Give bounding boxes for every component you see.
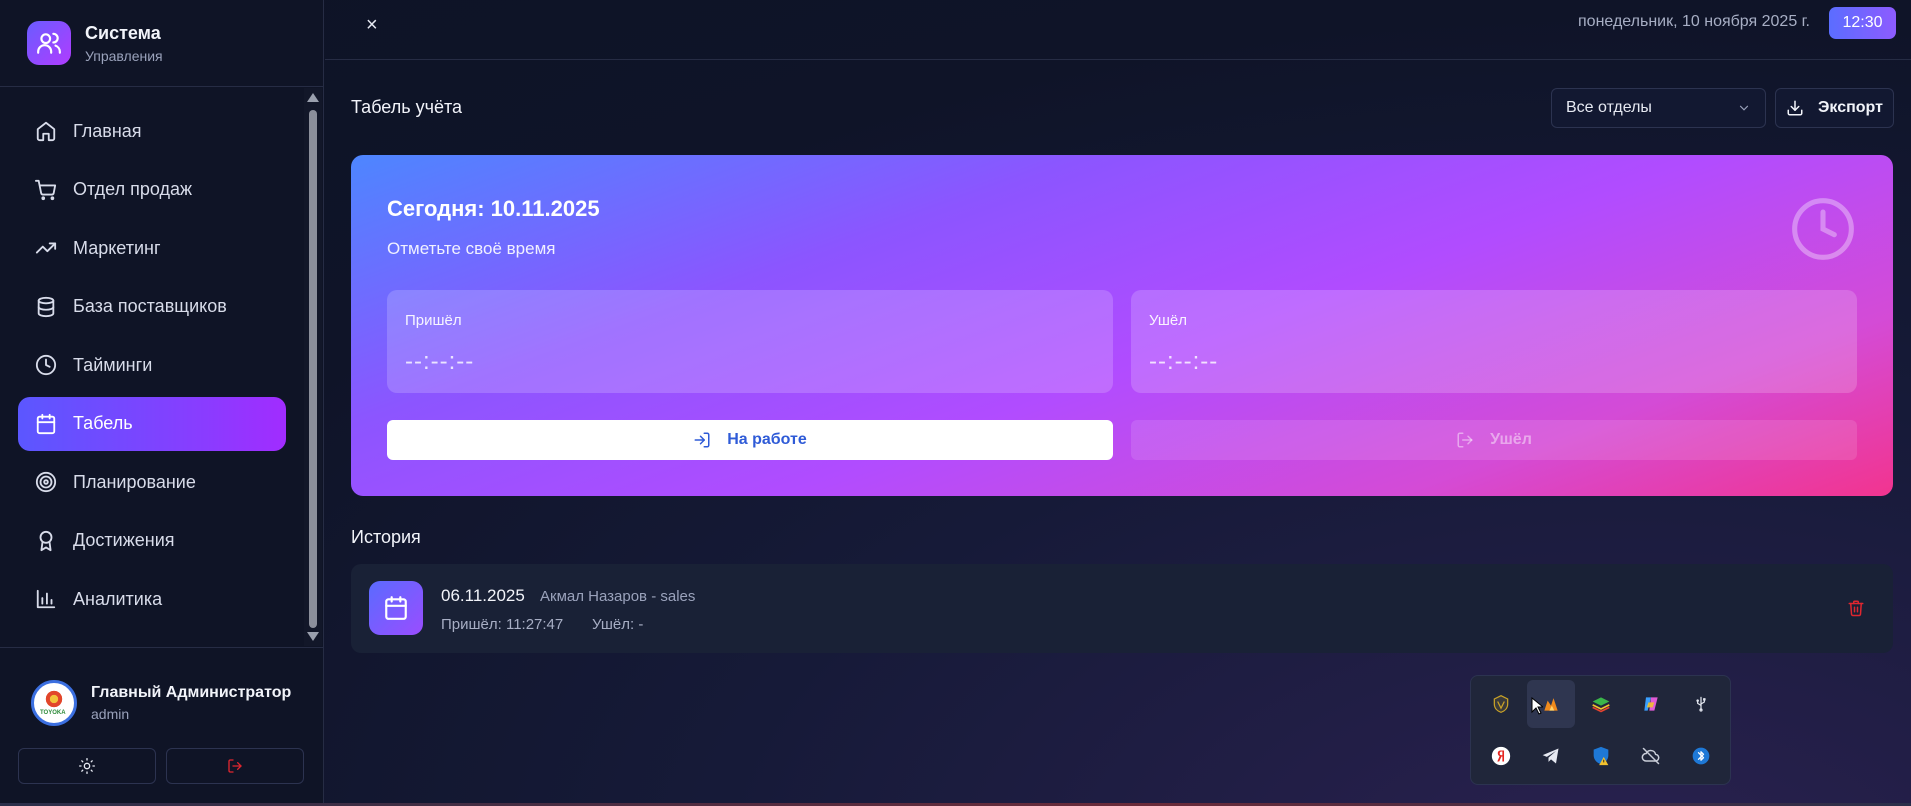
usb-icon[interactable] — [1677, 680, 1725, 728]
sidebar-item-suppliers[interactable]: База поставщиков — [18, 280, 286, 334]
sidebar-item-label: Маркетинг — [73, 237, 161, 258]
sidebar-item-home[interactable]: Главная — [18, 104, 286, 158]
home-icon — [36, 121, 56, 142]
sidebar-nav: Главная Отдел продаж Маркетинг База пост… — [0, 88, 304, 646]
bluetooth-icon[interactable] — [1677, 732, 1725, 780]
shield-app-icon[interactable] — [1477, 680, 1525, 728]
cart-icon — [35, 179, 57, 200]
department-select-value: Все отделы — [1566, 99, 1652, 116]
sidebar-item-analytics[interactable]: Аналитика — [18, 572, 286, 626]
sidebar-item-label: Планирование — [73, 471, 196, 492]
history-date: 06.11.2025 — [441, 586, 525, 605]
department-select[interactable]: Все отделы — [1551, 88, 1766, 128]
user-role: admin — [91, 706, 130, 722]
app-title: Система — [85, 22, 161, 43]
clock-icon — [35, 354, 57, 376]
trending-up-icon — [35, 242, 57, 254]
close-icon[interactable]: × — [366, 14, 378, 37]
sidebar-scrollbar[interactable] — [304, 88, 322, 646]
export-label: Экспорт — [1818, 99, 1883, 116]
left-label: Ушёл — [1149, 312, 1187, 329]
logout-button[interactable] — [166, 748, 304, 784]
page-title: Табель учёта — [351, 97, 463, 117]
sidebar-item-timings[interactable]: Тайминги — [18, 338, 286, 392]
scroll-thumb[interactable] — [309, 110, 317, 628]
clock-icon — [1789, 195, 1857, 268]
avatar[interactable]: TOYOKA — [31, 680, 77, 726]
sidebar-item-label: Табель — [73, 413, 133, 433]
users-icon — [27, 21, 71, 65]
sidebar-item-planning[interactable]: Планирование — [18, 455, 286, 509]
export-button[interactable]: Экспорт — [1775, 88, 1894, 128]
checkout-label: Ушёл — [1490, 431, 1532, 448]
system-tray-popup — [1470, 675, 1731, 785]
today-card: Сегодня: 10.11.2025 Отметьте своё время … — [351, 155, 1893, 496]
current-time-badge: 12:30 — [1829, 7, 1896, 39]
telegram-icon[interactable] — [1527, 732, 1575, 780]
sidebar-item-achievements[interactable]: Достижения — [18, 514, 286, 568]
user-panel: TOYOKA Главный Администратор admin — [0, 647, 324, 803]
logout-icon — [1457, 432, 1473, 448]
checkout-button[interactable]: Ушёл — [1131, 420, 1857, 460]
bar-chart-icon — [36, 589, 56, 609]
sidebar-item-label: Отдел продаж — [73, 179, 192, 199]
checkin-button[interactable]: На работе — [387, 420, 1113, 460]
chevron-down-icon — [1739, 105, 1749, 111]
delete-button[interactable] — [1847, 598, 1865, 623]
sidebar-item-label: Аналитика — [73, 588, 163, 609]
sun-icon — [79, 758, 95, 774]
sidebar: Система Управления Главная Отдел продаж … — [0, 0, 324, 803]
left-value: --:--:-- — [1149, 348, 1219, 375]
checkin-label: На работе — [727, 431, 807, 448]
sidebar-item-label: База поставщиков — [73, 296, 227, 316]
left-time-box: Ушёл --:--:-- — [1131, 290, 1857, 393]
login-icon — [694, 432, 710, 448]
sidebar-item-sales[interactable]: Отдел продаж — [18, 163, 286, 217]
current-date: понедельник, 10 ноября 2025 г. — [1578, 13, 1810, 30]
calendar-icon — [369, 581, 423, 635]
arrived-value: --:--:-- — [405, 348, 475, 375]
layers-app-icon[interactable] — [1577, 680, 1625, 728]
security-warning-icon[interactable] — [1577, 732, 1625, 780]
mouse-cursor-icon — [1531, 696, 1545, 720]
today-subtitle: Отметьте своё время — [387, 239, 556, 258]
brand: Система Управления — [0, 0, 323, 87]
app-subtitle: Управления — [85, 47, 163, 64]
trash-icon — [1848, 600, 1864, 617]
history-row: 06.11.2025 Акмал Назаров - sales Пришёл:… — [351, 564, 1893, 653]
user-name: Главный Администратор — [91, 684, 292, 701]
sidebar-item-marketing[interactable]: Маркетинг — [18, 221, 286, 275]
scroll-down-arrow-icon[interactable] — [307, 632, 319, 641]
topbar: × понедельник, 10 ноября 2025 г. 12:30 — [325, 0, 1911, 60]
history-arrived: Пришёл: 11:27:47 — [441, 616, 564, 633]
scroll-up-arrow-icon[interactable] — [307, 93, 319, 102]
history-user: Акмал Назаров - sales — [540, 588, 696, 605]
database-icon — [37, 296, 55, 317]
logout-icon — [228, 759, 242, 773]
download-icon — [1787, 100, 1803, 116]
theme-toggle-button[interactable] — [18, 748, 156, 784]
avatar-logo-text: TOYOKA — [40, 710, 66, 716]
copilot-icon[interactable] — [1627, 680, 1675, 728]
history-title: История — [351, 527, 421, 547]
history-left: Ушёл: - — [592, 616, 644, 633]
cloud-off-icon[interactable] — [1627, 732, 1675, 780]
arrived-label: Пришёл — [405, 312, 462, 329]
arrived-time-box: Пришёл --:--:-- — [387, 290, 1113, 393]
target-icon — [35, 471, 57, 493]
award-icon — [39, 530, 53, 551]
yandex-browser-icon[interactable] — [1477, 732, 1525, 780]
sidebar-item-label: Тайминги — [73, 354, 153, 375]
flower-logo-icon — [44, 690, 64, 708]
sidebar-item-timesheet[interactable]: Табель — [18, 396, 286, 451]
today-title: Сегодня: 10.11.2025 — [387, 196, 600, 221]
calendar-icon — [36, 413, 56, 434]
sidebar-item-label: Достижения — [73, 530, 175, 550]
sidebar-item-label: Главная — [73, 120, 142, 141]
